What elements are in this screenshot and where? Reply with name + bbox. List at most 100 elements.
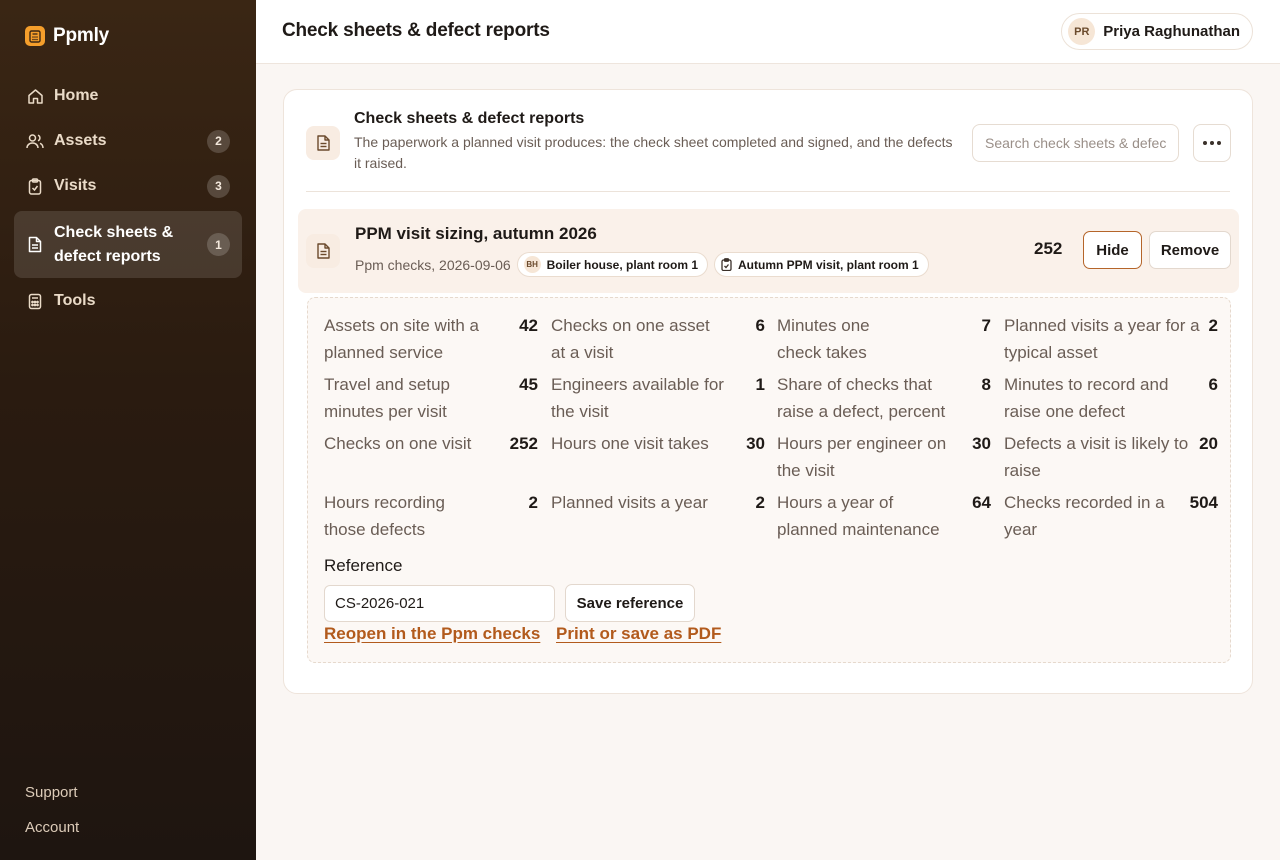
more-horizontal-icon — [1210, 141, 1214, 145]
metric-value: 30 — [972, 434, 991, 453]
metric-label: Share of checks that raise a defect, per… — [777, 375, 946, 421]
reference-input[interactable] — [324, 585, 555, 622]
brand-name: Ppmly — [53, 25, 110, 46]
support-link[interactable]: Support — [25, 784, 78, 801]
document-icon — [306, 126, 340, 160]
remove-button[interactable]: Remove — [1149, 231, 1231, 269]
avatar: BH — [523, 256, 541, 273]
sidebar: Ppmly Home Assets 2 Visits 3 Check sheet… — [0, 0, 256, 860]
metric-label: Minutes to record and raise one defect — [1004, 375, 1169, 421]
chip-label: Boiler house, plant room 1 — [546, 257, 698, 272]
metric-value: 30 — [746, 434, 765, 453]
sidebar-nav: Home Assets 2 Visits 3 Check sheets & de… — [14, 74, 242, 324]
chip-label: Autumn PPM visit, plant room 1 — [738, 257, 919, 272]
count-badge: 3 — [207, 174, 230, 198]
metric-value: 252 — [509, 434, 538, 453]
metric-item: Share of checks that raise a defect, per… — [777, 371, 991, 425]
check-sheets-card: Check sheets & defect reports The paperw… — [283, 89, 1253, 694]
metric-label: Hours recording those defects — [324, 493, 445, 539]
count-badge: 1 — [207, 233, 230, 256]
metric-item: Travel and setup minutes per visit 45 — [324, 371, 538, 425]
metric-item: Planned visits a year 2 — [551, 489, 765, 516]
clipboard-icon — [26, 177, 44, 195]
section-header: Check sheets & defect reports The paperw… — [306, 110, 1231, 192]
visit-chip[interactable]: Autumn PPM visit, plant room 1 — [714, 252, 929, 277]
user-menu[interactable]: PR Priya Raghunathan — [1061, 13, 1253, 50]
calculator-icon — [26, 292, 44, 310]
sidebar-item-label: Visits — [54, 177, 97, 194]
metric-value: 20 — [1199, 434, 1218, 453]
metric-item: Checks on one asset at a visit 6 — [551, 312, 765, 366]
document-icon — [306, 234, 340, 268]
metric-item: Checks on one visit 252 — [324, 430, 538, 457]
metric-value: 2 — [755, 493, 765, 512]
sidebar-item-label: Home — [54, 87, 99, 104]
report-meta: Ppm checks, 2026-09-06 BH Boiler house, … — [355, 252, 929, 277]
metric-item: Planned visits a year for a typical asse… — [1004, 312, 1218, 366]
metric-label: Checks recorded in a year — [1004, 493, 1165, 539]
metric-item: Assets on site with a planned service 42 — [324, 312, 538, 366]
top-bar: Check sheets & defect reports PR Priya R… — [256, 0, 1280, 64]
clipboard-icon — [721, 258, 732, 271]
sidebar-item-visits[interactable]: Visits 3 — [14, 164, 242, 208]
metric-label: Defects a visit is likely to raise — [1004, 434, 1189, 480]
metric-label: Planned visits a year for a typical asse… — [1004, 316, 1200, 362]
sidebar-item-tools[interactable]: Tools — [14, 279, 242, 323]
metric-item: Hours a year of planned maintenance 64 — [777, 489, 991, 543]
search-input[interactable] — [972, 124, 1179, 162]
metric-item: Checks recorded in a year 504 — [1004, 489, 1218, 543]
report-source: Ppm checks, 2026-09-06 — [355, 256, 511, 273]
count-badge: 2 — [207, 129, 230, 153]
metric-value: 42 — [519, 316, 538, 335]
more-horizontal-icon — [1217, 141, 1221, 145]
document-icon — [26, 236, 44, 254]
metric-item: Hours per engineer on the visit 30 — [777, 430, 991, 484]
metric-item: Hours recording those defects 2 — [324, 489, 538, 543]
metric-label: Hours a year of planned maintenance — [777, 493, 940, 539]
sidebar-item-assets[interactable]: Assets 2 — [14, 119, 242, 163]
metric-label: Hours one visit takes — [551, 434, 709, 453]
reference-label: Reference — [324, 556, 403, 575]
sidebar-item-label: Tools — [54, 292, 96, 309]
page-title: Check sheets & defect reports — [282, 20, 550, 41]
save-reference-button[interactable]: Save reference — [565, 584, 695, 622]
report-title: PPM visit sizing, autumn 2026 — [355, 224, 597, 243]
account-link[interactable]: Account — [25, 819, 79, 836]
metric-item: Minutes one check takes 7 — [777, 312, 991, 366]
metric-value: 8 — [981, 375, 991, 394]
more-options-button[interactable] — [1193, 124, 1231, 162]
print-pdf-link[interactable]: Print or save as PDF — [556, 624, 721, 644]
reopen-link[interactable]: Reopen in the Ppm checks — [324, 624, 540, 644]
metric-label: Travel and setup minutes per visit — [324, 375, 450, 421]
metric-value: 2 — [528, 493, 538, 512]
sidebar-item-label: Assets — [54, 132, 107, 149]
sidebar-item-label: Check sheets & defect reports — [54, 223, 174, 265]
metric-value: 64 — [972, 493, 991, 512]
metric-item: Minutes to record and raise one defect 6 — [1004, 371, 1218, 425]
metric-value: 7 — [981, 316, 991, 335]
sidebar-item-check-sheets[interactable]: Check sheets & defect reports 1 — [14, 211, 242, 278]
brand[interactable]: Ppmly — [25, 25, 109, 47]
metric-value: 6 — [1208, 375, 1218, 394]
metric-label: Assets on site with a planned service — [324, 316, 479, 362]
sidebar-item-home[interactable]: Home — [14, 74, 242, 118]
metric-label: Checks on one visit — [324, 434, 472, 453]
metric-value: 2 — [1208, 316, 1218, 335]
metric-value: 6 — [755, 316, 765, 335]
metric-label: Checks on one asset at a visit — [551, 316, 710, 362]
metric-label: Planned visits a year — [551, 493, 708, 512]
metric-value: 45 — [519, 375, 538, 394]
more-horizontal-icon — [1203, 141, 1207, 145]
report-details: Assets on site with a planned service 42 … — [307, 297, 1231, 663]
metric-label: Minutes one check takes — [777, 316, 870, 362]
metric-value: 504 — [1189, 493, 1218, 512]
metric-value: 1 — [755, 375, 765, 394]
users-icon — [26, 132, 44, 150]
section-description: The paperwork a planned visit produces: … — [354, 134, 953, 171]
metric-label: Engineers available for the visit — [551, 375, 724, 421]
metric-item: Hours one visit takes 30 — [551, 430, 765, 457]
asset-chip[interactable]: BH Boiler house, plant room 1 — [516, 252, 708, 277]
report-row[interactable]: PPM visit sizing, autumn 2026 Ppm checks… — [298, 209, 1239, 293]
hide-button[interactable]: Hide — [1083, 231, 1142, 269]
user-name: Priya Raghunathan — [1103, 23, 1240, 40]
